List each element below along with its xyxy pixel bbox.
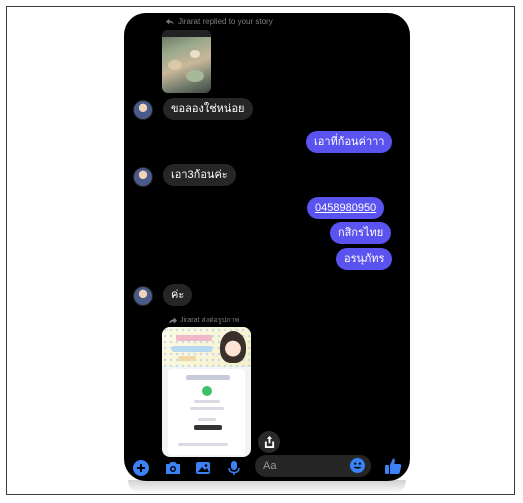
forward-note-text: Jirarat ส่งต่อรูปภาพ — [180, 317, 240, 324]
messenger-chat: Jirarat replied to your story ขอลองใช่หน… — [124, 13, 410, 481]
share-arrow-icon — [169, 317, 177, 324]
message-input[interactable] — [263, 459, 343, 473]
device-shadow — [128, 480, 406, 494]
reply-note-text: Jirarat replied to your story — [178, 17, 273, 26]
camera-icon[interactable] — [165, 460, 181, 476]
story-reply-note: Jirarat replied to your story — [166, 17, 273, 26]
slip-header-art — [162, 327, 251, 367]
transfer-slip-image[interactable] — [162, 327, 251, 457]
message-outgoing-link[interactable]: 0458980950 — [307, 197, 385, 219]
message-incoming[interactable]: ค่ะ — [163, 284, 193, 306]
share-icon — [264, 436, 274, 448]
bank-name — [186, 375, 230, 380]
mic-icon[interactable] — [226, 460, 242, 476]
avatar[interactable] — [133, 286, 153, 306]
message-outgoing[interactable]: เอาที่ก้อนค่าาา — [306, 131, 393, 153]
message-outgoing[interactable]: กสิกรไทย — [330, 222, 392, 244]
message-outgoing[interactable]: อรนุภัทร — [336, 248, 393, 270]
emoji-icon[interactable] — [350, 458, 365, 473]
slip-amount — [194, 425, 222, 430]
avatar[interactable] — [133, 167, 153, 187]
success-icon — [202, 386, 212, 396]
message-incoming[interactable]: ขอลองใช่หน่อย — [163, 98, 253, 120]
share-button[interactable] — [258, 431, 280, 453]
avatar[interactable] — [133, 100, 153, 120]
message-incoming[interactable]: เอา3ก้อนค่ะ — [163, 164, 236, 186]
thumbs-up-icon[interactable] — [384, 457, 402, 475]
reply-arrow-icon — [166, 18, 174, 25]
forward-note: Jirarat ส่งต่อรูปภาพ — [169, 315, 239, 326]
plus-icon[interactable] — [133, 460, 149, 476]
slip-body — [168, 369, 245, 455]
story-thumbnail[interactable] — [162, 30, 211, 93]
image-icon[interactable] — [195, 460, 211, 476]
